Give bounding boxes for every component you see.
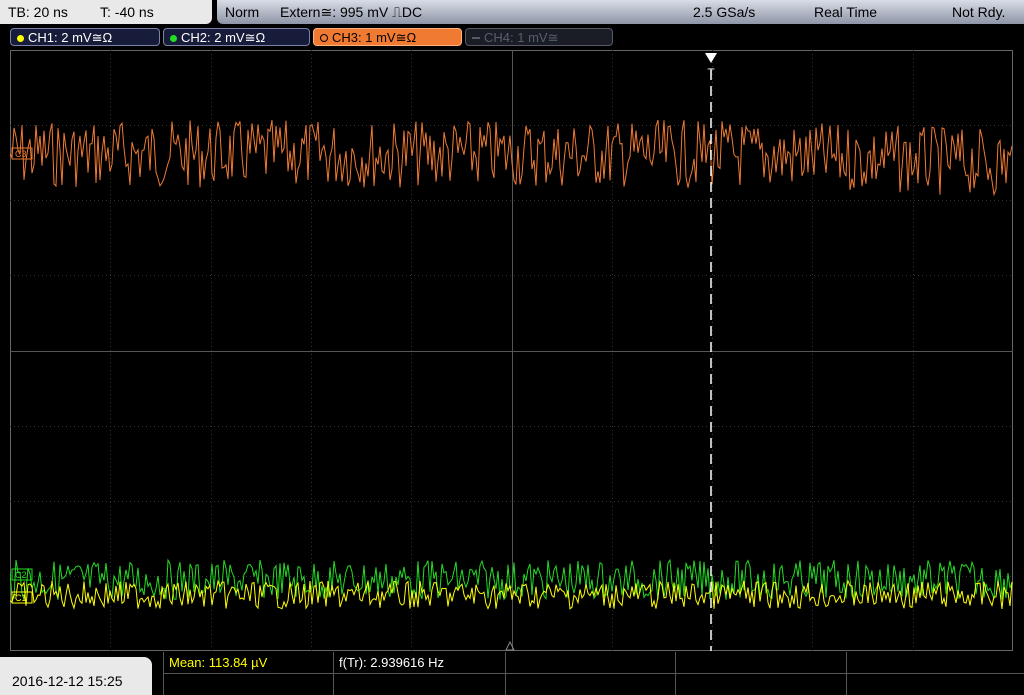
ch3-indicator-icon bbox=[320, 34, 328, 43]
ch4-indicator-icon bbox=[472, 37, 480, 40]
datetime-panel: 2016-12-12 15:25 bbox=[0, 657, 152, 695]
trigger-marker-label: T bbox=[707, 66, 715, 80]
mean-measurement: Mean: 113.84 µV bbox=[169, 655, 268, 670]
trigger-time-readout: T: -40 ns bbox=[100, 4, 154, 20]
waveform-display[interactable]: T C3 C2 C1 bbox=[10, 50, 1013, 651]
acquisition-state-readout: Not Rdy. bbox=[952, 4, 1006, 20]
ch2-indicator-icon bbox=[170, 34, 177, 42]
channel-tab-ch4[interactable]: CH4: 1 mV≅ bbox=[465, 28, 613, 46]
trigger-source-readout: Extern≅: 995 mV ⎍DC bbox=[280, 4, 423, 20]
ch4-label: CH4: 1 mV≅ bbox=[484, 30, 559, 45]
timebase-readout: TB: 20 ns bbox=[8, 4, 68, 20]
measurement-row-divider bbox=[163, 673, 1024, 674]
channel-tab-ch2[interactable]: CH2: 2 mV≅Ω bbox=[163, 28, 310, 46]
trigger-mode-readout: Norm bbox=[225, 4, 260, 20]
timebase-panel[interactable]: TB: 20 ns T: -40 ns bbox=[0, 0, 212, 24]
ch1-indicator-icon bbox=[17, 34, 24, 42]
acquisition-panel[interactable]: Norm Extern≅: 995 mV ⎍DC 2.5 GSa/s Real … bbox=[217, 0, 1024, 24]
ch1-label: CH1: 2 mV≅Ω bbox=[28, 30, 113, 45]
ch2-marker-label: C2 bbox=[15, 570, 27, 580]
channel-tab-ch3[interactable]: CH3: 1 mV≅Ω bbox=[313, 28, 462, 46]
ch3-marker-label: C3 bbox=[15, 149, 27, 159]
ch3-label: CH3: 1 mV≅Ω bbox=[332, 30, 417, 45]
datetime-readout: 2016-12-12 15:25 bbox=[12, 673, 123, 689]
status-bar: TB: 20 ns T: -40 ns Norm Extern≅: 995 mV… bbox=[0, 0, 1024, 26]
trigger-frequency-measurement: f(Tr): 2.939616 Hz bbox=[339, 655, 445, 670]
channel-tab-ch1[interactable]: CH1: 2 mV≅Ω bbox=[10, 28, 160, 46]
sample-rate-readout: 2.5 GSa/s bbox=[693, 4, 756, 20]
ch1-marker-label: C1 bbox=[15, 593, 27, 603]
ch2-label: CH2: 2 mV≅Ω bbox=[181, 30, 266, 45]
acquisition-mode-readout: Real Time bbox=[814, 4, 878, 20]
